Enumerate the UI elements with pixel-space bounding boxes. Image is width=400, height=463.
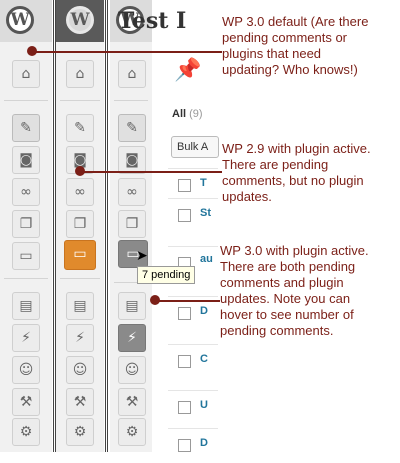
row-title[interactable]: U xyxy=(200,399,208,411)
filter-all-count: (9) xyxy=(189,108,203,120)
appearance-icon[interactable]: ▤ xyxy=(12,292,40,320)
settings-icon[interactable]: ⚙ xyxy=(12,418,40,446)
table-row: C xyxy=(168,344,218,379)
media-icon[interactable]: ◙ xyxy=(12,146,40,174)
pin-icon[interactable]: ✎ xyxy=(12,114,40,142)
row-title[interactable]: C xyxy=(200,353,208,365)
annotation-marker xyxy=(75,166,85,176)
users-icon[interactable]: ☺ xyxy=(66,356,94,384)
media-icon[interactable]: ◙ xyxy=(118,146,146,174)
annotation-marker xyxy=(150,295,160,305)
row-checkbox[interactable] xyxy=(178,439,191,452)
users-icon[interactable]: ☺ xyxy=(12,356,40,384)
annotation-wp29-plugin: WP 2.9 with plugin active. There are pen… xyxy=(222,141,374,205)
dashboard-icon[interactable]: ⌂ xyxy=(118,60,146,88)
appearance-icon[interactable]: ▤ xyxy=(66,292,94,320)
row-title[interactable]: St xyxy=(200,207,211,219)
pin-icon[interactable]: ✎ xyxy=(118,114,146,142)
tools-icon[interactable]: ⚒ xyxy=(12,388,40,416)
site-title[interactable]: Test I xyxy=(118,8,186,34)
comments-pending-icon[interactable]: ▭ xyxy=(64,240,96,270)
annotation-wp30-plugin: WP 3.0 with plugin active. There are bot… xyxy=(220,243,380,339)
row-title[interactable]: D xyxy=(200,437,208,449)
appearance-icon[interactable]: ▤ xyxy=(118,292,146,320)
row-checkbox[interactable] xyxy=(178,401,191,414)
table-row: St xyxy=(168,198,218,233)
filter-all-link[interactable]: All (9) xyxy=(172,108,203,120)
admin-header: W xyxy=(0,0,52,42)
row-title[interactable]: D xyxy=(200,305,208,317)
tools-icon[interactable]: ⚒ xyxy=(118,388,146,416)
menu-column-wp30-plugin: W ⌂ ✎ ◙ ∞ ❐ ▭ ▤ ⚡ ☺ ⚒ ⚙ xyxy=(110,0,152,452)
plugins-icon[interactable]: ⚡ xyxy=(66,324,94,352)
tools-icon[interactable]: ⚒ xyxy=(66,388,94,416)
row-title[interactable]: T xyxy=(200,177,207,189)
posts-pin-icon: 📌 xyxy=(174,58,202,83)
row-checkbox[interactable] xyxy=(178,179,191,192)
links-icon[interactable]: ∞ xyxy=(12,178,40,206)
annotation-leader-line xyxy=(80,171,222,173)
wordpress-logo-icon[interactable]: W xyxy=(66,6,94,34)
row-checkbox[interactable] xyxy=(178,209,191,222)
menu-separator xyxy=(4,278,48,279)
pages-icon[interactable]: ❐ xyxy=(12,210,40,238)
settings-icon[interactable]: ⚙ xyxy=(66,418,94,446)
pin-icon[interactable]: ✎ xyxy=(66,114,94,142)
plugins-icon[interactable]: ⚡ xyxy=(12,324,40,352)
table-row: U xyxy=(168,390,218,425)
row-checkbox[interactable] xyxy=(178,307,191,320)
dashboard-icon[interactable]: ⌂ xyxy=(66,60,94,88)
menu-column-wp29-plugin: W ⌂ ✎ ◙ ∞ ❐ ▭ ▤ ⚡ ☺ ⚒ ⚙ xyxy=(56,0,104,452)
menu-separator xyxy=(4,100,48,101)
menu-column-wp30-default: W ⌂ ✎ ◙ ∞ ❐ ▭ ▤ ⚡ ☺ ⚒ ⚙ xyxy=(0,0,52,452)
plugins-update-icon[interactable]: ⚡ xyxy=(118,324,146,352)
wordpress-logo-icon[interactable]: W xyxy=(6,6,34,34)
column-divider xyxy=(105,0,106,452)
users-icon[interactable]: ☺ xyxy=(118,356,146,384)
filter-all-label: All xyxy=(172,108,187,120)
annotation-leader-line xyxy=(155,300,220,302)
links-icon[interactable]: ∞ xyxy=(66,178,94,206)
table-row: D xyxy=(168,428,218,463)
annotation-leader-line xyxy=(32,51,222,53)
menu-separator xyxy=(114,100,148,101)
links-icon[interactable]: ∞ xyxy=(118,178,146,206)
pending-tooltip: 7 pending xyxy=(137,266,196,284)
menu-separator xyxy=(60,278,100,279)
pages-icon[interactable]: ❐ xyxy=(118,210,146,238)
settings-icon[interactable]: ⚙ xyxy=(118,418,146,446)
mouse-cursor-icon: ➤ xyxy=(136,248,148,264)
row-checkbox[interactable] xyxy=(178,355,191,368)
column-divider xyxy=(53,0,54,452)
dashboard-icon[interactable]: ⌂ xyxy=(12,60,40,88)
pages-icon[interactable]: ❐ xyxy=(66,210,94,238)
annotation-marker xyxy=(27,46,37,56)
bulk-actions-select[interactable]: Bulk A xyxy=(171,136,219,158)
row-title[interactable]: au xyxy=(200,253,213,265)
annotation-wp30-default: WP 3.0 default (Are there pending commen… xyxy=(222,14,372,78)
comments-icon[interactable]: ▭ xyxy=(12,242,40,270)
column-divider xyxy=(107,0,108,452)
admin-header: W xyxy=(56,0,104,42)
menu-separator xyxy=(60,100,100,101)
